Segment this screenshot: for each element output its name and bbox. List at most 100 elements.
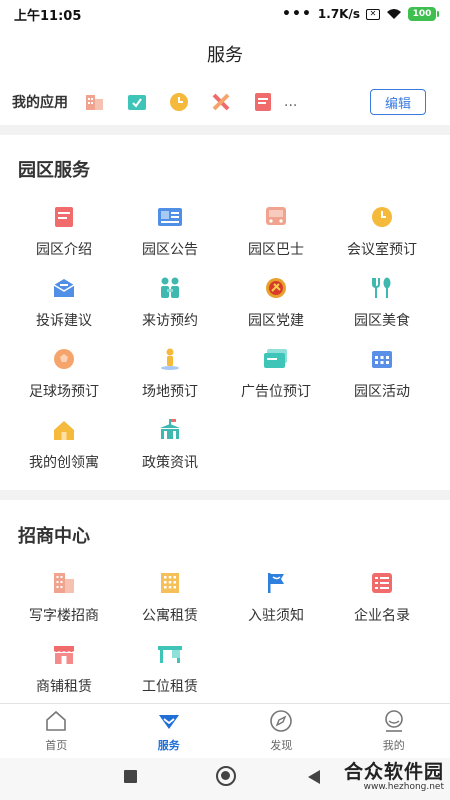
- battery-icon: 100: [408, 7, 439, 21]
- service-label: 园区介绍: [36, 242, 92, 258]
- office-building-icon: [51, 570, 77, 596]
- service-football[interactable]: 足球场预订: [11, 340, 117, 411]
- service-settle-in-notice[interactable]: 入驻须知: [223, 564, 329, 635]
- calendar-icon: [369, 346, 395, 372]
- service-label: 商铺租赁: [36, 679, 92, 695]
- house-icon: [51, 417, 77, 443]
- compass-icon: [270, 710, 293, 732]
- status-bar: 上午11:05 ••• 1.7K/s ✕ 100: [0, 0, 450, 28]
- service-park-notice[interactable]: 园区公告: [117, 198, 223, 269]
- home-button-icon[interactable]: [216, 766, 236, 786]
- directory-icon: [369, 570, 395, 596]
- tab-discover[interactable]: 发现: [225, 704, 338, 758]
- service-apartment-rental[interactable]: 公寓租赁: [117, 564, 223, 635]
- wifi-icon: [387, 9, 401, 19]
- football-icon: [51, 346, 77, 372]
- more-apps: ...: [284, 94, 298, 110]
- food-icon: [369, 275, 395, 301]
- service-label: 我的创领寓: [29, 455, 99, 471]
- service-party[interactable]: 园区党建: [223, 269, 329, 340]
- service-label: 入驻须知: [248, 608, 304, 624]
- service-complaints[interactable]: 投诉建议: [11, 269, 117, 340]
- service-policy[interactable]: 政策资讯: [117, 411, 223, 482]
- tab-label: 服务: [157, 739, 180, 752]
- service-label: 园区党建: [248, 313, 304, 329]
- section-title-park-services: 园区服务: [18, 160, 90, 181]
- service-label: 场地预订: [142, 384, 198, 400]
- status-right: ••• 1.7K/s ✕ 100: [282, 6, 439, 22]
- service-label: 公寓租赁: [142, 608, 198, 624]
- service-meeting-room[interactable]: 会议室预订: [329, 198, 435, 269]
- back-icon[interactable]: [308, 770, 320, 784]
- service-label: 来访预约: [142, 313, 198, 329]
- service-park-bus[interactable]: 园区巴士: [223, 198, 329, 269]
- network-speed: 1.7K/s: [317, 7, 360, 21]
- service-company-directory[interactable]: 企业名录: [329, 564, 435, 635]
- notice-icon: [157, 204, 183, 230]
- service-label: 会议室预订: [347, 242, 417, 258]
- service-label: 园区公告: [142, 242, 198, 258]
- service-label: 投诉建议: [36, 313, 92, 329]
- status-time: 上午11:05: [14, 8, 82, 24]
- flag-icon: [263, 570, 289, 596]
- tab-label: 发现: [270, 739, 293, 752]
- service-park-intro[interactable]: 园区介绍: [11, 198, 117, 269]
- watermark: 合众软件园 www.hezhong.net: [344, 757, 444, 792]
- service-office-leasing[interactable]: 写字楼招商: [11, 564, 117, 635]
- service-label: 园区巴士: [248, 242, 304, 258]
- service-my-apartment[interactable]: 我的创领寓: [11, 411, 117, 482]
- mail-icon: [51, 275, 77, 301]
- notification-dots: •••: [282, 6, 312, 22]
- recents-icon[interactable]: [124, 770, 137, 783]
- service-label: 政策资讯: [142, 455, 198, 471]
- service-ad-space[interactable]: 广告位预订: [223, 340, 329, 411]
- service-visits[interactable]: 来访预约: [117, 269, 223, 340]
- edit-button[interactable]: 编辑: [370, 89, 426, 115]
- tab-mine[interactable]: 我的: [338, 704, 450, 758]
- building-icon[interactable]: [84, 91, 106, 113]
- page-title: 服务: [207, 45, 243, 66]
- section-title-investment-center: 招商中心: [18, 526, 90, 547]
- visitors-icon: [157, 275, 183, 301]
- service-label: 写字楼招商: [29, 608, 99, 624]
- service-label: 企业名录: [354, 608, 410, 624]
- section-divider: [0, 490, 450, 500]
- party-icon: [263, 275, 289, 301]
- service-food[interactable]: 园区美食: [329, 269, 435, 340]
- park-services-grid: 园区介绍 园区公告 园区巴士 会议室预订 投诉建议 来访预约 园区党建 园区美食…: [0, 198, 450, 482]
- apartment-icon: [157, 570, 183, 596]
- service-label: 工位租赁: [142, 679, 198, 695]
- sim-icon: ✕: [366, 8, 380, 20]
- venue-icon: [157, 346, 183, 372]
- policy-icon: [157, 417, 183, 443]
- tab-label: 首页: [45, 739, 68, 752]
- clock-icon[interactable]: [168, 91, 190, 113]
- tab-home[interactable]: 首页: [0, 704, 113, 758]
- note-icon[interactable]: [252, 91, 274, 113]
- investment-grid: 写字楼招商 公寓租赁 入驻须知 企业名录 商铺租赁 工位租赁: [0, 564, 450, 706]
- meeting-clock-icon: [369, 204, 395, 230]
- service-label: 园区活动: [354, 384, 410, 400]
- watermark-name: 合众软件园: [343, 761, 444, 783]
- tab-service[interactable]: 服务: [113, 704, 226, 758]
- service-label: 广告位预订: [241, 384, 311, 400]
- shop-icon: [51, 641, 77, 667]
- bus-icon: [263, 204, 289, 230]
- tools-icon[interactable]: [210, 91, 232, 113]
- service-icon: [158, 715, 179, 729]
- service-venue[interactable]: 场地预订: [117, 340, 223, 411]
- ad-card-icon: [263, 346, 289, 372]
- tab-label: 我的: [382, 739, 405, 752]
- profile-icon: [384, 710, 403, 732]
- service-label: 园区美食: [354, 313, 410, 329]
- bottom-tab-bar: 首页 服务 发现 我的: [0, 703, 450, 758]
- check-icon[interactable]: [126, 91, 148, 113]
- my-apps-row: 我的应用 ... 编辑: [0, 82, 450, 122]
- service-shop-rental[interactable]: 商铺租赁: [11, 635, 117, 706]
- service-activities[interactable]: 园区活动: [329, 340, 435, 411]
- desk-icon: [157, 641, 183, 667]
- service-label: 足球场预订: [29, 384, 99, 400]
- service-desk-rental[interactable]: 工位租赁: [117, 635, 223, 706]
- intro-icon: [51, 204, 77, 230]
- home-icon: [46, 710, 67, 731]
